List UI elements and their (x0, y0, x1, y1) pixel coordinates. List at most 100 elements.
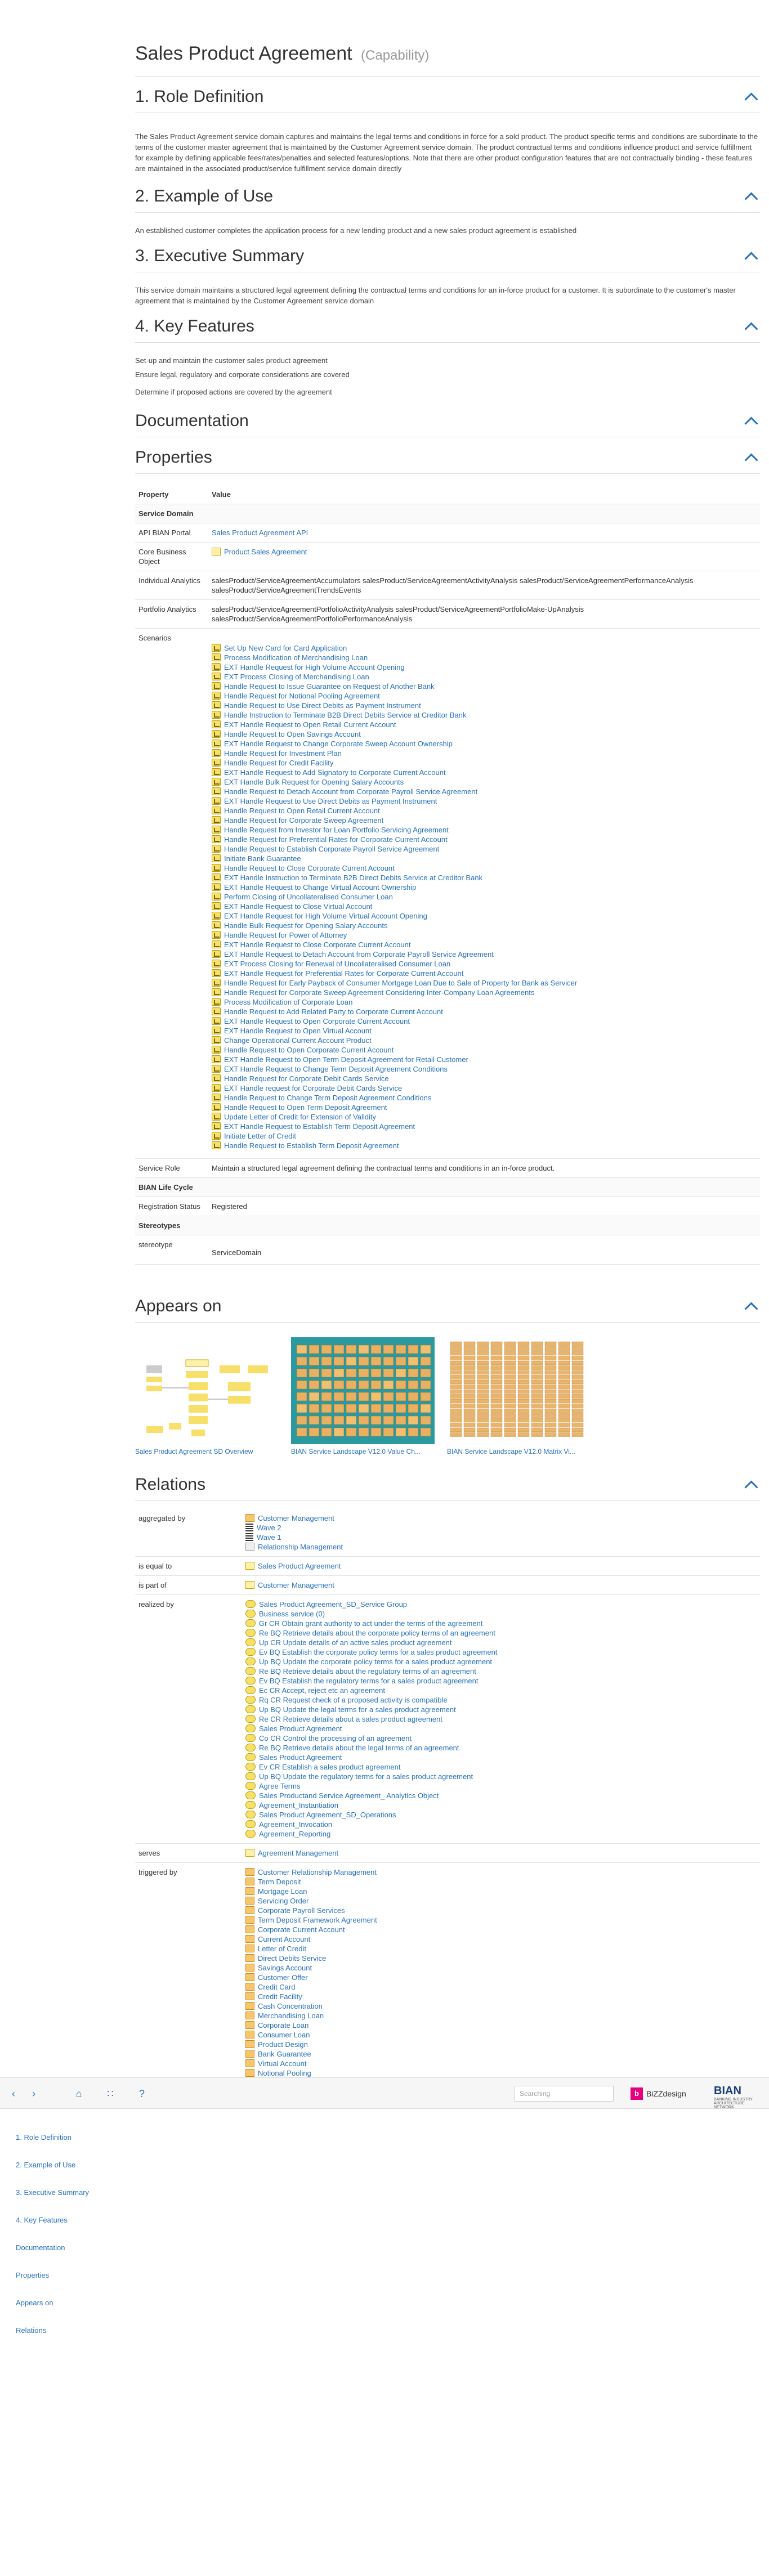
relation-link[interactable]: Notional Pooling (258, 2069, 311, 2077)
relation-link[interactable]: Corporate Payroll Services (258, 1906, 345, 1915)
relation-item[interactable]: Agree Terms (245, 1781, 757, 1791)
collapse-chevron-icon[interactable] (743, 320, 758, 332)
relation-link[interactable]: Ev BQ Establish the regulatory terms for… (259, 1677, 478, 1685)
relation-item[interactable]: Direct Debits Service (245, 1954, 757, 1963)
relation-link[interactable]: Term Deposit Framework Agreement (258, 1916, 377, 1924)
relation-link[interactable]: Servicing Order (258, 1897, 309, 1905)
thumbnail-caption[interactable]: BIAN Service Landscape V12.0 Value Ch... (291, 1448, 435, 1455)
relation-item[interactable]: Mortgage Loan (245, 1887, 757, 1896)
relation-item[interactable]: Customer Offer (245, 1973, 757, 1982)
relation-item[interactable]: Corporate Loan (245, 2021, 757, 2030)
relation-link[interactable]: Agreement_Invocation (259, 1820, 332, 1829)
scenario-link[interactable]: EXT Process Closing of Merchandising Loa… (224, 673, 369, 681)
relation-item[interactable]: Wave 1 (245, 1533, 757, 1542)
relation-item[interactable]: Term Deposit Framework Agreement (245, 1915, 757, 1925)
scenario-item[interactable]: Initiate Bank Guarantee (212, 854, 757, 863)
relation-link[interactable]: Re CR Retrieve details about a sales pro… (259, 1715, 442, 1723)
relation-item[interactable]: Credit Facility (245, 1992, 757, 2001)
thumbnail-caption[interactable]: BIAN Service Landscape V12.0 Matrix Vi..… (447, 1448, 591, 1455)
relation-item[interactable]: Re CR Retrieve details about a sales pro… (245, 1714, 757, 1724)
relation-item[interactable]: Agreement_Instantiation (245, 1800, 757, 1810)
scenario-item[interactable]: EXT Handle Request to Change Term Deposi… (212, 1064, 757, 1074)
scenario-item[interactable]: EXT Handle Request for Preferential Rate… (212, 969, 757, 978)
scenario-link[interactable]: Handle Request for Investment Plan (224, 749, 342, 758)
relation-item[interactable]: Sales Product Agreement (245, 1561, 757, 1571)
sidenav-link[interactable]: Properties (0, 2261, 129, 2289)
relation-item[interactable]: Savings Account (245, 1963, 757, 1973)
scenario-link[interactable]: Perform Closing of Uncollateralised Cons… (224, 893, 393, 901)
scenario-link[interactable]: EXT Handle Instruction to Terminate B2B … (224, 873, 482, 882)
scenario-item[interactable]: Handle Request for Preferential Rates fo… (212, 835, 757, 844)
collapse-chevron-icon[interactable] (743, 249, 758, 262)
scenario-item[interactable]: Handle Request for Corporate Sweep Agree… (212, 988, 757, 997)
collapse-chevron-icon[interactable] (743, 414, 758, 427)
scenario-item[interactable]: Handle Request to Change Term Deposit Ag… (212, 1093, 757, 1103)
scenario-item[interactable]: EXT Handle Request to Establish Term Dep… (212, 1122, 757, 1131)
scenario-link[interactable]: EXT Handle Request to Open Term Deposit … (224, 1055, 468, 1064)
relation-link[interactable]: Credit Facility (258, 1992, 302, 2001)
relation-link[interactable]: Agreement Management (258, 1849, 338, 1857)
collapse-chevron-icon[interactable] (743, 451, 758, 463)
scenario-link[interactable]: Handle Request to Open Savings Account (224, 730, 361, 738)
diagram-thumbnail[interactable]: BIAN Service Landscape V12.0 Value Ch... (291, 1337, 435, 1455)
forward-icon[interactable]: › (28, 2088, 39, 2099)
scenario-link[interactable]: EXT Handle Request to Use Direct Debits … (224, 797, 437, 805)
scenario-link[interactable]: Handle Request to Establish Term Deposit… (224, 1141, 399, 1150)
relation-link[interactable]: Savings Account (258, 1964, 312, 1972)
relation-link[interactable]: Up BQ Update the legal terms for a sales… (259, 1705, 456, 1714)
relation-item[interactable]: Business service (0) (245, 1609, 757, 1619)
relation-item[interactable]: Term Deposit (245, 1877, 757, 1887)
relation-item[interactable]: Up CR Update details of an active sales … (245, 1638, 757, 1647)
relation-item[interactable]: Merchandising Loan (245, 2011, 757, 2021)
relation-link[interactable]: Relationship Management (258, 1543, 343, 1551)
relation-link[interactable]: Sales Product Agreement (259, 1753, 342, 1762)
api-link[interactable]: Sales Product Agreement API (212, 528, 308, 537)
scenario-item[interactable]: Handle Request for Investment Plan (212, 749, 757, 758)
relation-link[interactable]: Product Design (258, 2040, 308, 2049)
scenario-link[interactable]: EXT Handle Request to Close Virtual Acco… (224, 902, 372, 911)
scenario-link[interactable]: EXT Process Closing for Renewal of Uncol… (224, 960, 450, 968)
scenario-link[interactable]: EXT Handle Request to Open Virtual Accou… (224, 1027, 372, 1035)
scenario-link[interactable]: Process Modification of Merchandising Lo… (224, 653, 368, 662)
relation-item[interactable]: Sales Product Agreement (245, 1753, 757, 1762)
relation-item[interactable]: Re BQ Retrieve details about the legal t… (245, 1743, 757, 1753)
scenario-item[interactable]: EXT Process Closing of Merchandising Loa… (212, 672, 757, 682)
scenario-link[interactable]: Update Letter of Credit for Extension of… (224, 1113, 376, 1121)
relation-item[interactable]: Agreement_Reporting (245, 1829, 757, 1839)
scenario-link[interactable]: EXT Handle Request for High Volume Virtu… (224, 912, 427, 920)
relation-link[interactable]: Customer Offer (258, 1973, 308, 1982)
scenario-item[interactable]: EXT Handle Request to Use Direct Debits … (212, 796, 757, 806)
relation-link[interactable]: Credit Card (258, 1983, 295, 1991)
relation-item[interactable]: Ev BQ Establish the regulatory terms for… (245, 1676, 757, 1686)
sidenav-link[interactable]: 1. Role Definition (0, 2123, 129, 2151)
relation-link[interactable]: Customer Management (258, 1581, 334, 1589)
scenario-link[interactable]: Process Modification of Corporate Loan (224, 998, 352, 1006)
relation-item[interactable]: Virtual Account (245, 2059, 757, 2068)
scenario-item[interactable]: EXT Handle Request to Open Retail Curren… (212, 720, 757, 729)
relation-item[interactable]: Up BQ Update the regulatory terms for a … (245, 1772, 757, 1781)
help-icon[interactable]: ? (136, 2088, 147, 2099)
scenario-item[interactable]: Handle Request for Notional Pooling Agre… (212, 691, 757, 701)
relation-item[interactable]: Gr CR Obtain grant authority to act unde… (245, 1619, 757, 1628)
relation-item[interactable]: Co CR Control the processing of an agree… (245, 1733, 757, 1743)
relation-link[interactable]: Re BQ Retrieve details about the corpora… (259, 1629, 495, 1637)
relation-link[interactable]: Business service (0) (259, 1610, 325, 1618)
scenario-link[interactable]: Handle Request for Early Payback of Cons… (224, 979, 577, 987)
sidenav-link[interactable]: Documentation (0, 2234, 129, 2261)
scenario-item[interactable]: Handle Request to Establish Corporate Pa… (212, 844, 757, 854)
scenario-link[interactable]: Handle Request to Detach Account from Co… (224, 787, 477, 796)
relation-link[interactable]: Agree Terms (259, 1782, 300, 1790)
scenario-link[interactable]: Handle Request to Establish Corporate Pa… (224, 845, 439, 853)
scenario-item[interactable]: EXT Handle Request to Close Corporate Cu… (212, 940, 757, 949)
scenario-item[interactable]: Handle Request to Open Term Deposit Agre… (212, 1103, 757, 1112)
core-object-link[interactable]: Product Sales Agreement (224, 548, 307, 556)
relation-link[interactable]: Up BQ Update the corporate policy terms … (259, 1657, 492, 1666)
relation-item[interactable]: Corporate Payroll Services (245, 1906, 757, 1915)
scenario-item[interactable]: Handle Request to Open Savings Account (212, 729, 757, 739)
diagram-thumbnail[interactable]: BIAN Service Landscape V12.0 Matrix Vi..… (447, 1337, 591, 1455)
relation-item[interactable]: Sales Productand Service Agreement_ Anal… (245, 1791, 757, 1800)
relation-link[interactable]: Corporate Loan (258, 2021, 309, 2030)
sidenav-link[interactable]: Relations (0, 2317, 129, 2344)
scenario-link[interactable]: Handle Request for Credit Facility (224, 759, 333, 767)
scenario-item[interactable]: Handle Instruction to Terminate B2B Dire… (212, 710, 757, 720)
